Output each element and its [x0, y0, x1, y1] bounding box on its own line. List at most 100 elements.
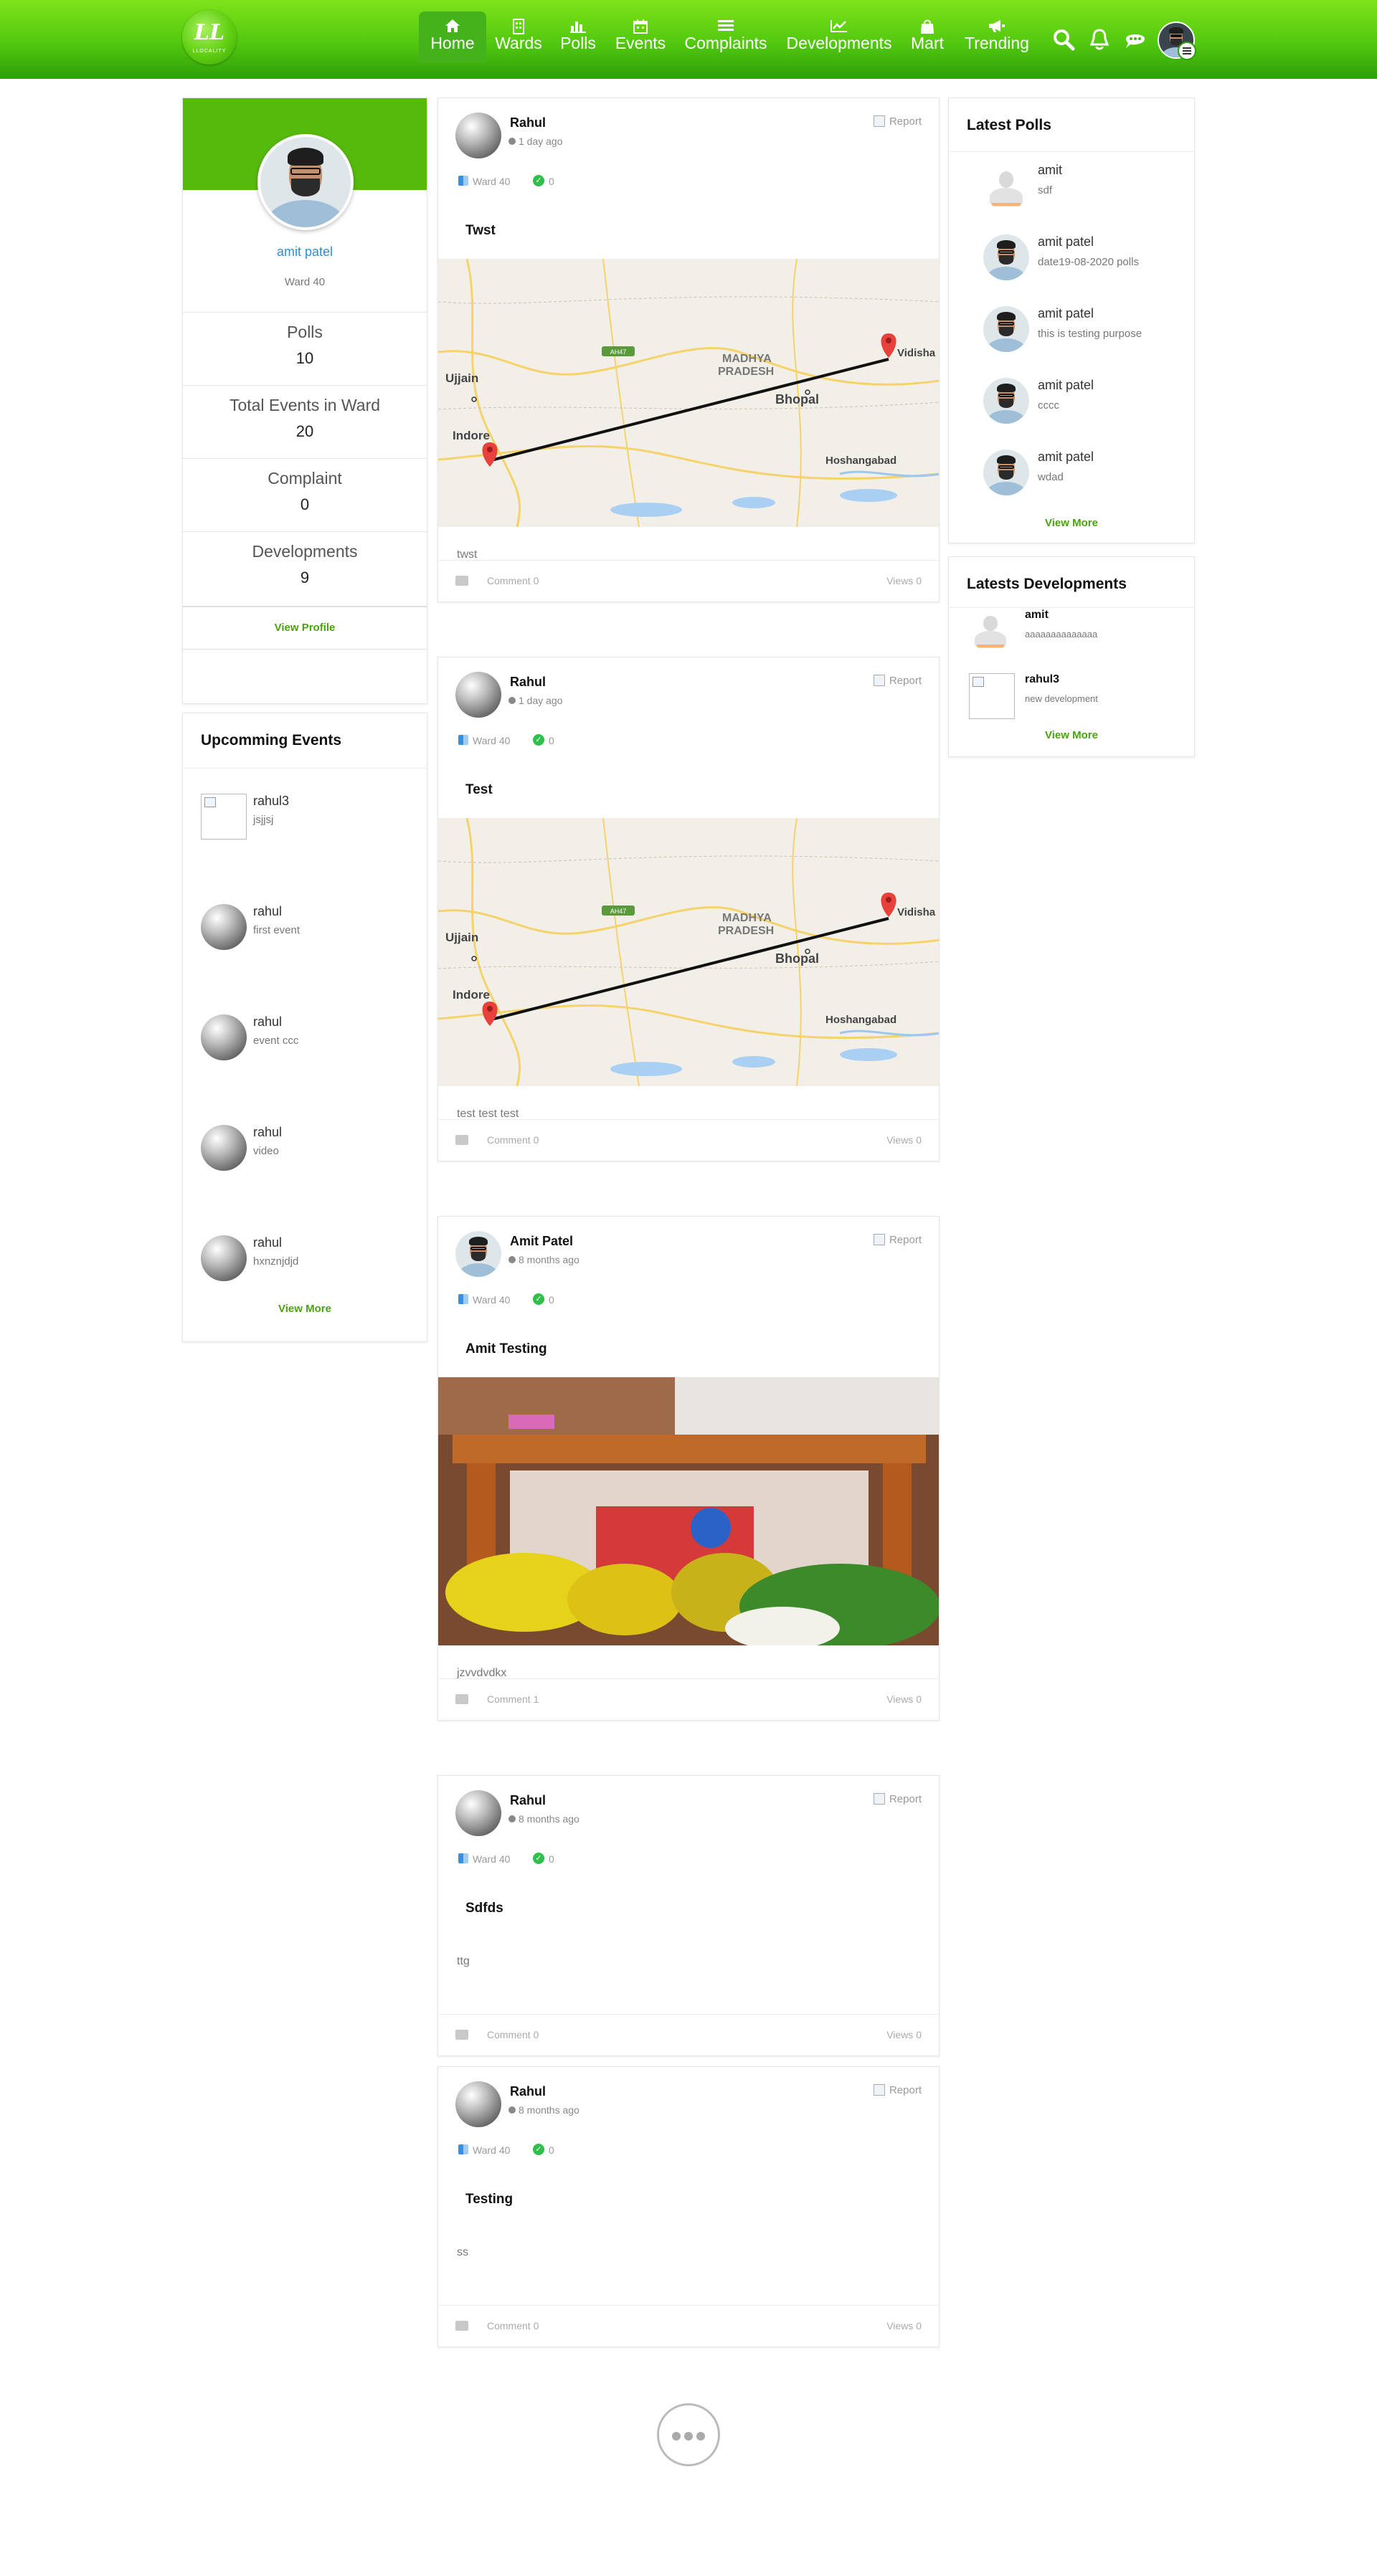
latest-developments-card: Latests Developments amit aaaaaaaaaaaaaa… [948, 556, 1195, 757]
post-body: ss [457, 2246, 468, 2258]
post-author[interactable]: Rahul [510, 115, 546, 130]
list-icon [681, 11, 770, 33]
post-verified-count: 0 [533, 1853, 554, 1865]
events-view-more[interactable]: View More [183, 1303, 427, 1315]
report-button[interactable]: Report [873, 1234, 922, 1246]
post-title[interactable]: Test [465, 782, 493, 798]
nav-trending-label: Trending [965, 34, 1029, 52]
post-author[interactable]: Rahul [510, 2084, 546, 2099]
nav-complaints[interactable]: Complaints [681, 11, 770, 63]
post-title[interactable]: Amit Testing [465, 1341, 547, 1357]
post-verified-count: 0 [533, 734, 554, 746]
nav-polls[interactable]: Polls [557, 11, 600, 63]
event-name: rahul [253, 904, 283, 918]
post-photo[interactable] [438, 1377, 939, 1645]
post-card: Rahul 1 day ago Report Ward 40 0 Twst AH… [437, 98, 940, 602]
post-author-avatar[interactable] [455, 672, 501, 718]
nav-events[interactable]: Events [612, 11, 668, 63]
svg-text:Hoshangabad: Hoshangabad [825, 455, 896, 467]
poll-desc: sdf [1038, 184, 1053, 196]
upcoming-events-card: Upcomming Events rahul3 jsjjsj rahul fir… [182, 713, 427, 1342]
report-button[interactable]: Report [873, 1793, 922, 1805]
profile-ward: Ward 40 [284, 276, 326, 288]
polls-view-more[interactable]: View More [949, 517, 1194, 529]
stat-complaint[interactable]: Complaint 0 [183, 458, 427, 531]
comment-button[interactable]: Comment 0 [455, 575, 539, 586]
poll-desc: cccc [1038, 399, 1059, 412]
logo[interactable]: LL LLOCALITY [182, 10, 237, 65]
events-title: Upcomming Events [201, 732, 342, 748]
post-title[interactable]: Twst [465, 223, 496, 239]
event-desc: event ccc [253, 1035, 299, 1047]
event-avatar [201, 1014, 247, 1060]
post-ward: Ward 40 [458, 1853, 511, 1865]
bar-chart-icon [557, 11, 600, 33]
post-author-avatar[interactable] [455, 1790, 501, 1836]
nav-developments[interactable]: Developments [785, 11, 894, 63]
report-button[interactable]: Report [873, 115, 922, 128]
profile-avatar[interactable] [257, 134, 354, 230]
megaphone-icon [961, 11, 1033, 33]
svg-text:Ujjain: Ujjain [445, 931, 478, 944]
stat-events[interactable]: Total Events in Ward 20 [183, 385, 427, 458]
stat-developments[interactable]: Developments 9 [183, 531, 427, 604]
nav-complaints-label: Complaints [684, 34, 767, 52]
post-author[interactable]: Amit Patel [510, 1234, 573, 1249]
event-name: rahul [253, 1235, 283, 1250]
post-map[interactable]: AH47 Ujjain Indore MADHYA PRADESH Bhopal… [438, 259, 939, 527]
event-desc: video [253, 1145, 279, 1157]
search-icon[interactable] [1051, 27, 1076, 52]
developments-view-more[interactable]: View More [949, 729, 1194, 741]
nav-home[interactable]: Home [419, 11, 486, 63]
post-ward: Ward 40 [458, 1294, 511, 1306]
stat-value: 10 [295, 349, 314, 367]
poll-author: amit patel [1038, 234, 1094, 249]
post-card: Rahul 8 months ago Report Ward 40 0 Sdfd… [437, 1775, 940, 2056]
post-title[interactable]: Testing [465, 2192, 513, 2207]
post-time: 8 months ago [508, 2104, 579, 2116]
post-map[interactable]: AH47 Ujjain Indore MADHYA PRADESH Bhopal… [438, 818, 939, 1086]
chat-icon[interactable] [1123, 27, 1148, 52]
event-name: rahul3 [253, 794, 290, 808]
broken-image-icon [201, 794, 247, 840]
bell-icon[interactable] [1087, 27, 1112, 52]
load-more-button[interactable] [657, 2403, 720, 2466]
dot [684, 2432, 693, 2440]
comment-button[interactable]: Comment 1 [455, 1693, 539, 1705]
stat-polls[interactable]: Polls 10 [183, 312, 427, 385]
nav-trending[interactable]: Trending [961, 11, 1033, 63]
post-footer: Comment 1 Views 0 [438, 1678, 939, 1721]
poll-desc: date19-08-2020 polls [1038, 256, 1139, 268]
event-name: rahul [253, 1014, 283, 1029]
post-footer: Comment 0 Views 0 [438, 2305, 939, 2348]
post-author[interactable]: Rahul [510, 675, 546, 690]
comment-button[interactable]: Comment 0 [455, 1134, 539, 1146]
building-icon [493, 11, 544, 34]
post-verified-count: 0 [533, 1293, 554, 1306]
post-author[interactable]: Rahul [510, 1793, 546, 1808]
post-author-avatar[interactable] [455, 1231, 501, 1277]
comment-button[interactable]: Comment 0 [455, 2320, 539, 2332]
report-button[interactable]: Report [873, 2084, 922, 2096]
event-name: rahul [253, 1125, 283, 1139]
stat-title: Complaint [268, 469, 342, 488]
post-time: 1 day ago [508, 695, 563, 706]
post-footer: Comment 0 Views 0 [438, 560, 939, 603]
dot [696, 2432, 705, 2440]
view-profile-link[interactable]: View Profile [183, 622, 427, 634]
nav-mart[interactable]: Mart [905, 11, 950, 63]
post-card: Rahul 1 day ago Report Ward 40 0 Test AH… [437, 657, 940, 1161]
logo-mark: LL [194, 20, 225, 45]
profile-card: amit patel Ward 40 Polls 10 Total Events… [182, 98, 427, 704]
post-author-avatar[interactable] [455, 2081, 501, 2127]
nav-wards[interactable]: Wards [493, 11, 544, 63]
menu-icon[interactable] [1178, 42, 1196, 60]
report-button[interactable]: Report [873, 675, 922, 687]
comment-button[interactable]: Comment 0 [455, 2029, 539, 2040]
svg-text:Vidisha: Vidisha [897, 347, 936, 359]
profile-name[interactable]: amit patel [183, 244, 427, 260]
post-author-avatar[interactable] [455, 113, 501, 158]
post-title[interactable]: Sdfds [465, 1901, 503, 1916]
post-footer: Comment 0 Views 0 [438, 2014, 939, 2057]
development-author: rahul3 [1025, 673, 1060, 685]
